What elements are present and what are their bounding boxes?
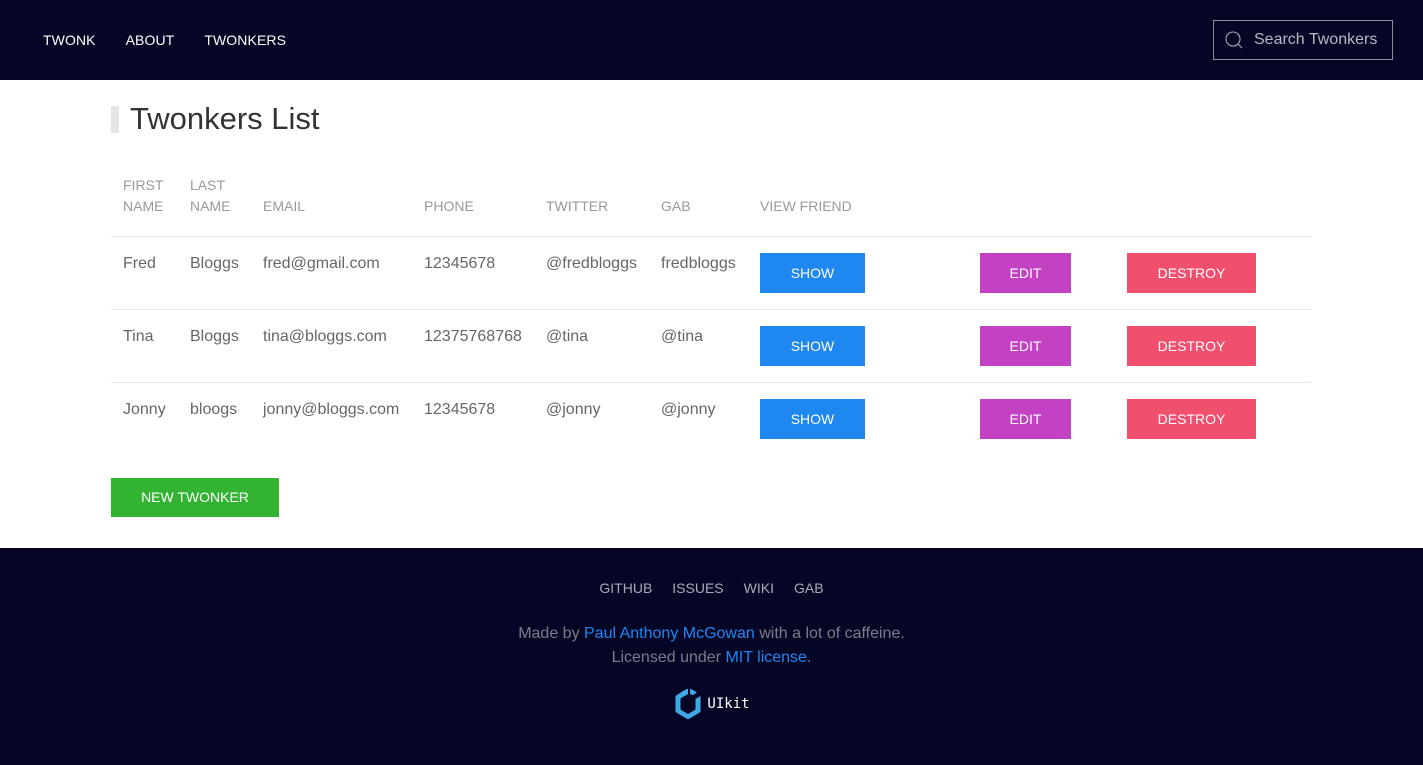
cell-phone: 12345678 — [412, 382, 534, 456]
page-title: Twonkers List — [111, 101, 320, 136]
new-twonker-button[interactable]: NEW TWONKER — [111, 478, 279, 517]
header-twitter: TWITTER — [546, 198, 609, 214]
nav-link-about[interactable]: ABOUT — [111, 32, 190, 48]
cell-edit: EDIT — [968, 236, 1115, 310]
header-phone: PHONE — [424, 198, 474, 214]
cell-phone: 12345678 — [412, 236, 534, 310]
cell-show: SHOW — [748, 382, 968, 456]
licensed-suffix: . — [806, 649, 812, 666]
made-by-line: Made by Paul Anthony McGowan with a lot … — [0, 622, 1423, 646]
cell-destroy: DESTROY — [1115, 382, 1311, 456]
cell-destroy: DESTROY — [1115, 309, 1311, 383]
twonkers-table: FIRST NAME LAST NAME EMAIL PHONE TWITTER… — [111, 167, 1311, 456]
cell-phone: 12375768768 — [412, 309, 534, 383]
header-last-name: LAST NAME — [190, 177, 231, 214]
cell-email: tina@bloggs.com — [251, 309, 412, 383]
cell-twitter: @fredbloggs — [534, 236, 649, 310]
cell-email: fred@gmail.com — [251, 236, 412, 310]
uikit-logo[interactable]: UIkit — [0, 688, 1423, 720]
destroy-button[interactable]: DESTROY — [1127, 253, 1256, 293]
header-first-name: FIRST NAME — [123, 177, 164, 214]
cell-last-name: Bloggs — [178, 309, 251, 383]
table-header-row: FIRST NAME LAST NAME EMAIL PHONE TWITTER… — [111, 167, 1311, 237]
header-email: EMAIL — [263, 198, 306, 214]
licensed-prefix: Licensed under — [611, 649, 726, 666]
nav-link-twonk[interactable]: TWONK — [28, 32, 111, 48]
cell-first-name: Jonny — [111, 382, 178, 456]
title-accent-bar — [111, 105, 119, 133]
nav-links: TWONK ABOUT TWONKERS — [28, 0, 301, 80]
show-button[interactable]: SHOW — [760, 399, 865, 439]
cell-gab: @jonny — [649, 382, 748, 456]
cell-show: SHOW — [748, 236, 968, 310]
cell-last-name: Bloggs — [178, 236, 251, 310]
header-gab: GAB — [661, 198, 691, 214]
cell-gab: @tina — [649, 309, 748, 383]
license-line: Licensed under MIT license. — [0, 646, 1423, 670]
cell-edit: EDIT — [968, 382, 1115, 456]
uikit-cube-icon — [675, 688, 701, 720]
cell-twitter: @jonny — [534, 382, 649, 456]
edit-button[interactable]: EDIT — [980, 253, 1071, 293]
author-link[interactable]: Paul Anthony McGowan — [584, 625, 755, 642]
made-by-suffix: with a lot of caffeine. — [754, 625, 905, 642]
footer-link-wiki[interactable]: WIKI — [734, 580, 784, 596]
header-empty — [968, 167, 1115, 237]
footer-credits: Made by Paul Anthony McGowan with a lot … — [0, 622, 1423, 670]
license-link[interactable]: MIT license — [725, 649, 807, 666]
nav-link-twonkers[interactable]: TWONKERS — [189, 32, 301, 48]
cell-twitter: @tina — [534, 309, 649, 383]
footer-links: GITHUB ISSUES WIKI GAB — [0, 580, 1423, 596]
header-view-friend: VIEW FRIEND — [760, 198, 852, 214]
cell-last-name: bloogs — [178, 382, 251, 456]
destroy-button[interactable]: DESTROY — [1127, 326, 1256, 366]
search-box[interactable] — [1213, 20, 1394, 60]
destroy-button[interactable]: DESTROY — [1127, 399, 1256, 439]
cell-first-name: Fred — [111, 236, 178, 310]
show-button[interactable]: SHOW — [760, 253, 865, 293]
table-row: Fred Bloggs fred@gmail.com 12345678 @fre… — [111, 236, 1311, 310]
search-icon — [1224, 30, 1244, 50]
search-input[interactable] — [1254, 31, 1394, 49]
page-heading: Twonkers List — [130, 101, 320, 136]
cell-email: jonny@bloggs.com — [251, 382, 412, 456]
cell-show: SHOW — [748, 309, 968, 383]
edit-button[interactable]: EDIT — [980, 326, 1071, 366]
cell-first-name: Tina — [111, 309, 178, 383]
footer: GITHUB ISSUES WIKI GAB Made by Paul Anth… — [0, 548, 1423, 765]
cell-destroy: DESTROY — [1115, 236, 1311, 310]
made-by-prefix: Made by — [518, 625, 585, 642]
footer-link-gab[interactable]: GAB — [784, 580, 834, 596]
table-row: Tina Bloggs tina@bloggs.com 12375768768 … — [111, 309, 1311, 383]
cell-gab: fredbloggs — [649, 236, 748, 310]
navbar: TWONK ABOUT TWONKERS — [0, 0, 1423, 80]
cell-edit: EDIT — [968, 309, 1115, 383]
header-empty — [1115, 167, 1311, 237]
table-row: Jonny bloogs jonny@bloggs.com 12345678 @… — [111, 382, 1311, 456]
uikit-text: UIkit — [707, 696, 750, 712]
edit-button[interactable]: EDIT — [980, 399, 1071, 439]
footer-link-issues[interactable]: ISSUES — [662, 580, 733, 596]
footer-link-github[interactable]: GITHUB — [589, 580, 662, 596]
show-button[interactable]: SHOW — [760, 326, 865, 366]
